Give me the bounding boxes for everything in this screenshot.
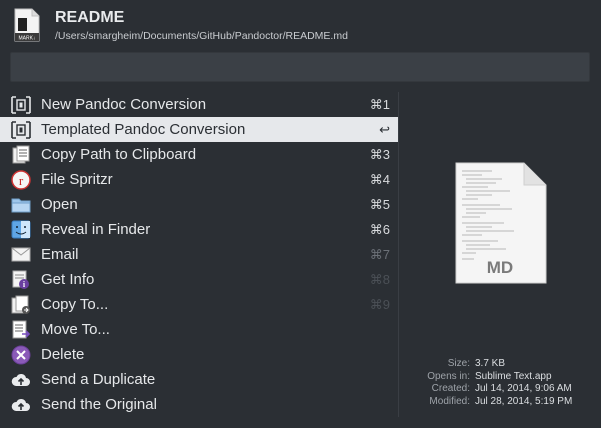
action-list: New Pandoc Conversion ⌘1 Templated Pandoc … bbox=[0, 92, 398, 417]
return-key-hint: ↩ bbox=[379, 122, 390, 137]
action-item[interactable]: Copy To... ⌘9 bbox=[0, 292, 398, 317]
copy-to-icon bbox=[11, 295, 31, 314]
detail-key: Opens in: bbox=[427, 370, 470, 382]
action-label: Send a Duplicate bbox=[41, 371, 156, 388]
pandoc-icon bbox=[11, 95, 31, 114]
file-path: /Users/smargheim/Documents/GitHub/Pandoc… bbox=[55, 30, 348, 42]
action-item[interactable]: Templated Pandoc Conversion ↩ bbox=[0, 117, 398, 142]
action-item[interactable]: Delete bbox=[0, 342, 398, 367]
keyboard-shortcut: ⌘9 bbox=[369, 297, 390, 312]
detail-row: Opens in: Sublime Text.app bbox=[400, 371, 600, 384]
action-label: Copy To... bbox=[41, 296, 109, 313]
action-label: Delete bbox=[41, 346, 85, 363]
document-badge: MD bbox=[487, 258, 513, 277]
info-icon: i bbox=[11, 270, 31, 289]
detail-key: Created: bbox=[431, 383, 470, 394]
action-item[interactable]: Move To... bbox=[0, 317, 398, 342]
action-item[interactable]: New Pandoc Conversion ⌘1 bbox=[0, 92, 398, 117]
action-item[interactable]: Reveal in Finder ⌘6 bbox=[0, 217, 398, 242]
pane-divider bbox=[398, 92, 399, 417]
detail-key: Size: bbox=[447, 358, 470, 369]
spritz-icon: r bbox=[11, 169, 31, 190]
file-title: README bbox=[55, 9, 125, 26]
action-item[interactable]: r File Spritzr ⌘4 bbox=[0, 167, 398, 192]
markdown-file-icon-text: MARK↓ bbox=[19, 36, 36, 42]
action-label: Templated Pandoc Conversion bbox=[41, 121, 246, 138]
file-header: MARK↓ README /Users/smargheim/Documents/… bbox=[0, 0, 601, 50]
cloud-upload-icon bbox=[11, 395, 31, 414]
keyboard-shortcut: ⌘8 bbox=[369, 272, 390, 287]
keyboard-shortcut: ⌘6 bbox=[369, 222, 390, 237]
svg-text:r: r bbox=[19, 173, 24, 188]
action-label: Open bbox=[41, 196, 78, 213]
folder-icon bbox=[11, 195, 31, 214]
keyboard-shortcut: ⌘3 bbox=[369, 147, 390, 162]
move-to-icon bbox=[11, 320, 31, 339]
keyboard-shortcut: ⌘7 bbox=[369, 247, 390, 262]
keyboard-shortcut: ⌘1 bbox=[369, 97, 390, 112]
text-document-icon: MD bbox=[452, 161, 548, 285]
action-label: Copy Path to Clipboard bbox=[41, 146, 197, 163]
action-label: Get Info bbox=[41, 271, 95, 288]
keyboard-shortcut: ⌘4 bbox=[369, 172, 390, 187]
detail-value: 3.7 KB bbox=[475, 358, 506, 369]
action-item[interactable]: Open ⌘5 bbox=[0, 192, 398, 217]
pandoc-icon bbox=[11, 120, 31, 139]
detail-value: Jul 28, 2014, 5:19 PM bbox=[475, 395, 573, 407]
action-label: File Spritzr bbox=[41, 171, 113, 188]
action-label: Move To... bbox=[41, 321, 110, 338]
action-label: Email bbox=[41, 246, 79, 263]
action-item[interactable]: Send the Original bbox=[0, 392, 398, 417]
keyboard-shortcut: ⌘5 bbox=[369, 197, 390, 212]
detail-value: Sublime Text.app bbox=[475, 370, 552, 382]
detail-value: Jul 14, 2014, 9:06 AM bbox=[475, 383, 572, 394]
markdown-file-icon: MARK↓ bbox=[14, 8, 40, 42]
action-label: Reveal in Finder bbox=[41, 221, 151, 238]
action-item[interactable]: Send a Duplicate bbox=[0, 367, 398, 392]
finder-icon bbox=[11, 220, 31, 239]
action-item[interactable]: Email ⌘7 bbox=[0, 242, 398, 267]
detail-row: Modified: Jul 28, 2014, 5:19 PM bbox=[400, 396, 600, 409]
detail-row: Created: Jul 14, 2014, 9:06 AM bbox=[400, 383, 600, 396]
file-details: Size: 3.7 KB Opens in: Sublime Text.app Crea… bbox=[400, 358, 600, 408]
detail-row: Size: 3.7 KB bbox=[400, 358, 600, 371]
search-input[interactable] bbox=[10, 52, 590, 82]
detail-key: Modified: bbox=[429, 395, 470, 407]
clipboard-icon bbox=[11, 145, 31, 164]
action-label: Send the Original bbox=[41, 396, 157, 413]
action-item[interactable]: Copy Path to Clipboard ⌘3 bbox=[0, 142, 398, 167]
cloud-upload-icon bbox=[11, 370, 31, 389]
action-label: New Pandoc Conversion bbox=[41, 96, 207, 113]
action-item[interactable]: i Get Info ⌘8 bbox=[0, 267, 398, 292]
delete-icon bbox=[11, 345, 31, 364]
envelope-icon bbox=[11, 245, 31, 264]
